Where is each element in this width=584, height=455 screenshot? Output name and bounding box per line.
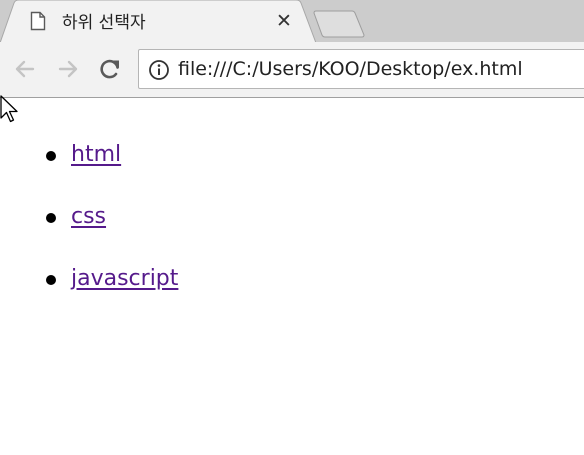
tab-strip: 하위 선택자 ✕	[0, 0, 584, 43]
link-html[interactable]: html	[71, 142, 121, 167]
info-icon[interactable]	[148, 59, 170, 81]
forward-arrow-icon[interactable]	[55, 56, 81, 82]
browser-window: 하위 선택자 ✕ file:///C:/Users/KOO/Desktop/ex…	[0, 0, 584, 455]
tab-background	[0, 0, 316, 43]
back-arrow-icon[interactable]	[12, 56, 38, 82]
reload-icon[interactable]	[97, 56, 123, 82]
page-content: html css javascript	[0, 98, 584, 455]
bullet-icon	[46, 275, 56, 285]
bullet-icon	[46, 213, 56, 223]
mouse-cursor-icon	[0, 95, 20, 125]
tab-title: 하위 선택자	[62, 13, 146, 33]
bullet-icon	[46, 151, 56, 161]
new-tab-button[interactable]	[312, 10, 366, 38]
address-bar[interactable]: file:///C:/Users/KOO/Desktop/ex.html	[138, 49, 584, 89]
toolbar: file:///C:/Users/KOO/Desktop/ex.html	[0, 42, 584, 98]
link-css[interactable]: css	[71, 204, 106, 229]
tab-active[interactable]: 하위 선택자 ✕	[0, 0, 316, 43]
link-javascript[interactable]: javascript	[71, 266, 178, 291]
page-icon	[30, 11, 46, 31]
url-text[interactable]: file:///C:/Users/KOO/Desktop/ex.html	[178, 58, 523, 80]
close-icon[interactable]: ✕	[274, 10, 294, 32]
